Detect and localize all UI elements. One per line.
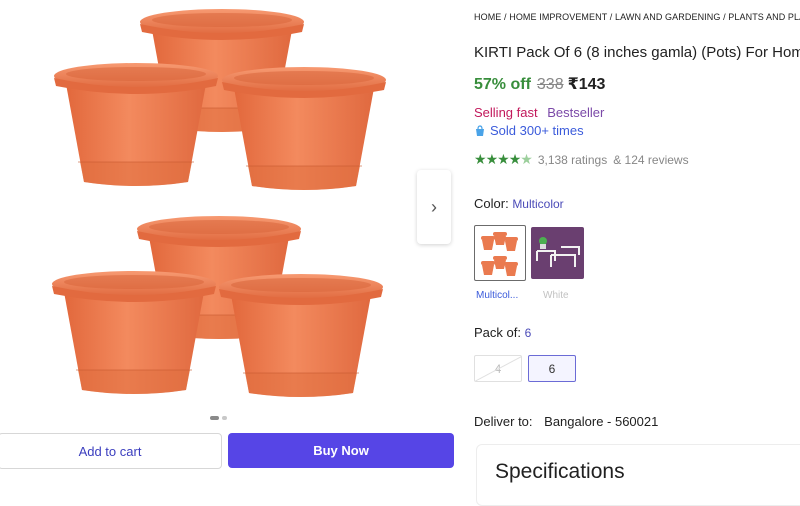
add-to-cart-button[interactable]: Add to cart <box>0 433 222 469</box>
pack-label: Pack of: 6 <box>474 325 531 340</box>
chevron-right-icon: › <box>431 196 437 217</box>
add-to-cart-label: Add to cart <box>78 443 142 459</box>
star-icon: ★ <box>497 151 510 167</box>
sold-count-text: Sold 300+ times <box>490 123 584 138</box>
delivery-pincode: Bangalore - 560021 <box>544 414 659 429</box>
breadcrumb-item-home[interactable]: HOME <box>474 12 501 22</box>
pagination-dot-active[interactable] <box>210 416 219 420</box>
sold-bag-icon <box>476 124 484 136</box>
product-badges: Selling fast Bestseller <box>474 105 604 120</box>
color-label: Color: Multicolor <box>474 196 564 211</box>
bestseller-badge: Bestseller <box>547 105 605 120</box>
swatch-stand-thumbnail <box>536 237 580 267</box>
product-title: KIRTI Pack Of 6 (8 inches gamla) (Pots) … <box>474 44 800 61</box>
pack-option-label: 6 <box>548 361 556 376</box>
swatch-pots-thumbnail <box>481 232 518 276</box>
color-swatch-multicolor[interactable] <box>474 225 526 281</box>
selling-fast-badge: Selling fast <box>474 105 538 120</box>
discount-percent: 57% off <box>474 76 531 93</box>
breadcrumb-item-plants-planters[interactable]: PLANTS AND PLANTER <box>728 12 800 22</box>
breadcrumb: HOME / HOME IMPROVEMENT / LAWN AND GARDE… <box>474 12 800 22</box>
price-row: 57% off 338 ₹143 <box>474 74 605 94</box>
pack-label-text: Pack of: <box>474 325 521 340</box>
pagination-dot[interactable] <box>222 416 227 420</box>
color-selected-value: Multicolor <box>512 197 564 211</box>
pack-option-6[interactable]: 6 <box>528 355 576 382</box>
original-price: 338 <box>536 76 564 93</box>
sold-count: Sold 300+ times <box>474 123 584 138</box>
pack-option-4[interactable]: 4 <box>474 355 522 382</box>
color-option-label-multicolor[interactable]: Multicol... <box>476 290 518 301</box>
gallery-next-button[interactable]: › <box>417 170 451 244</box>
ratings-summary[interactable]: ★★★★★ 3,138 ratings & 124 reviews <box>474 151 689 168</box>
rating-stars: ★★★★★ <box>474 151 533 168</box>
breadcrumb-separator: / <box>607 12 615 22</box>
star-icon: ★ <box>474 151 487 167</box>
delivery-location[interactable]: Deliver to: Bangalore - 560021 <box>474 414 658 429</box>
color-label-text: Color: <box>474 196 509 211</box>
star-icon: ★ <box>485 151 499 167</box>
star-empty-icon: ★ <box>520 151 533 167</box>
star-icon: ★ <box>508 151 522 167</box>
deliver-to-label: Deliver to: <box>474 414 533 429</box>
pack-selected-value: 6 <box>524 326 532 340</box>
color-swatch-white[interactable] <box>531 227 584 279</box>
product-image-gallery[interactable] <box>0 0 460 425</box>
gallery-pagination-dots <box>210 416 227 420</box>
breadcrumb-item-home-improvement[interactable]: HOME IMPROVEMENT <box>509 12 607 22</box>
color-option-label-white[interactable]: White <box>543 290 569 301</box>
specifications-title: Specifications <box>495 460 625 483</box>
buy-now-button[interactable]: Buy Now <box>228 433 454 468</box>
selling-price: ₹143 <box>567 76 606 93</box>
breadcrumb-item-lawn-gardening[interactable]: LAWN AND GARDENING <box>615 12 720 22</box>
reviews-count: & 124 reviews <box>613 152 689 167</box>
buy-now-label: Buy Now <box>313 443 369 458</box>
unavailable-strike <box>475 356 521 381</box>
ratings-count: 3,138 ratings <box>537 152 608 167</box>
product-image-pots <box>51 8 387 398</box>
